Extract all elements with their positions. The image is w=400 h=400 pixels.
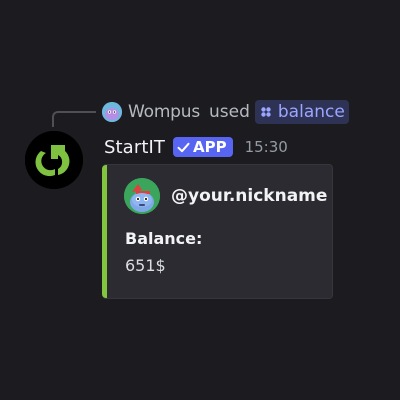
command-name: balance <box>277 102 345 122</box>
app-tag: APP <box>172 137 233 157</box>
bot-name[interactable]: StartIT <box>104 137 165 158</box>
wompus-avatar-icon[interactable] <box>102 102 122 122</box>
embed-accent-bar <box>102 165 107 298</box>
embed-author-name: @your.nickname <box>171 186 328 206</box>
message-header: StartIT APP 15:30 <box>104 134 288 160</box>
app-tag-label: APP <box>192 138 227 156</box>
chat-area: Wompus used balance StartIT APP 15:30 @y… <box>0 0 400 400</box>
wumpus-avatar-icon <box>124 178 160 214</box>
slash-command-icon <box>261 107 271 117</box>
checkmark-icon <box>177 142 190 152</box>
interaction-used-text: used <box>209 102 250 122</box>
interaction-user-name[interactable]: Wompus <box>128 102 200 122</box>
balance-field-name: Balance: <box>125 229 203 248</box>
embed-author: @your.nickname <box>124 178 327 214</box>
startit-logo-icon[interactable] <box>25 131 83 189</box>
interaction-reference[interactable]: Wompus used balance <box>102 99 349 125</box>
command-mention[interactable]: balance <box>254 100 349 124</box>
message-timestamp[interactable]: 15:30 <box>245 138 288 156</box>
reply-spine <box>52 111 96 127</box>
balance-field-value: 651$ <box>125 256 166 275</box>
embed-card: @your.nickname Balance: 651$ <box>102 164 333 299</box>
